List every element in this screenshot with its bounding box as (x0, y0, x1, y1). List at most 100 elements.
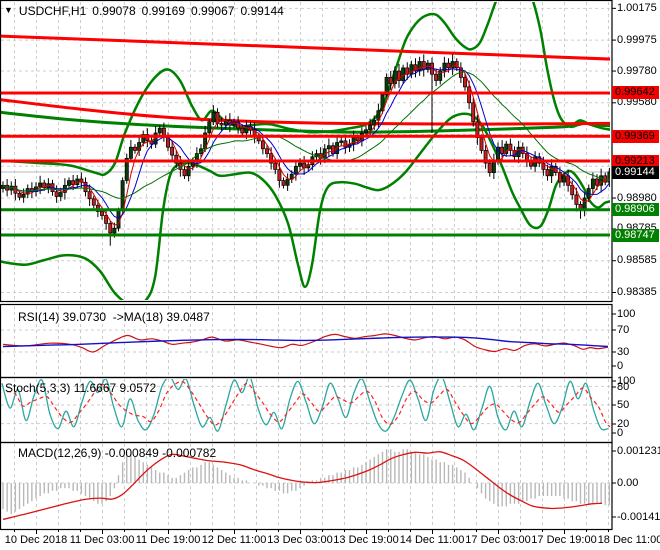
candle-bear (446, 62, 451, 69)
candle-bear (219, 123, 224, 126)
time-axis-label: 12 Dec 11:00 (201, 534, 267, 546)
candle-bear (434, 73, 439, 81)
candle-bear (170, 146, 175, 156)
time-axis-label: 18 Dec 11:00 (597, 534, 660, 546)
candle-bear (487, 162, 492, 173)
candle-bear (277, 169, 282, 181)
candle-bear (108, 223, 113, 234)
chart-marker-icon: ▼ (4, 5, 13, 15)
candle-bear (100, 211, 104, 216)
candle-bull (562, 175, 566, 183)
candle-bull (58, 192, 63, 197)
candle-bull (409, 64, 414, 75)
ohlc-low: 0.99067 (191, 4, 235, 18)
price-axis-label: 1.00175 (617, 2, 657, 14)
macd-signal-line (2, 451, 603, 521)
symbol-timeframe: USDCHF,H1 (18, 4, 87, 18)
candle-bear (17, 192, 22, 198)
rsi-axis-label: 70 (617, 323, 630, 336)
trading-chart-window: ▼ USDCHF,H1 0.99078 0.99169 0.99067 0.99… (0, 0, 660, 550)
price-level-badge: 0.98906 (612, 203, 659, 216)
candle-bull (207, 121, 212, 134)
chart-canvas[interactable] (0, 0, 660, 550)
candle-bear (182, 169, 187, 177)
candle-bear (595, 178, 599, 186)
chart-title: ▼ USDCHF,H1 0.99078 0.99169 0.99067 0.99… (4, 4, 284, 18)
macd-axis-label: 0.00 (617, 476, 639, 489)
candle-bull (116, 210, 121, 229)
candle-bear (133, 146, 137, 151)
candle-bull (285, 178, 290, 186)
rsi-axis-label: 30 (617, 345, 630, 358)
candle-bear (331, 145, 335, 154)
candle-bull (128, 146, 133, 159)
price-level-badge: 0.98747 (612, 229, 659, 242)
candle-bull (372, 119, 377, 126)
candle-bull (339, 140, 344, 143)
candle-bull (326, 145, 331, 150)
ohlc-close: 0.99144 (240, 4, 284, 18)
stoch-axis-label: 80 (617, 380, 630, 393)
price-axis-label: 0.99975 (617, 34, 657, 46)
price-axis-label: 0.98585 (617, 254, 657, 266)
candle-bear (91, 198, 96, 206)
rsi-label: RSI(14) 39.0730 ->MA(18) 39.0487 (18, 310, 210, 324)
candle-bear (71, 180, 76, 185)
candle-bear (421, 61, 426, 70)
upper-trendline (1, 34, 610, 61)
candle-bear (265, 148, 269, 154)
time-axis-label: 17 Dec 03:00 (465, 534, 531, 546)
candle-bear (574, 194, 579, 205)
candle-bull (364, 129, 368, 134)
macd-axis-label: -0.001412 (617, 510, 660, 523)
candle-bull (368, 124, 373, 131)
price-level-badge: 0.99642 (612, 86, 659, 99)
candle-bear (463, 77, 467, 88)
candle-bear (355, 137, 360, 142)
candle-bear (500, 146, 505, 154)
ohlc-open: 0.99078 (92, 4, 136, 18)
time-axis-label: 14 Dec 11:00 (399, 534, 465, 546)
candle-bear (240, 127, 245, 134)
candle-bear (479, 137, 484, 151)
candle-bull (298, 162, 302, 167)
time-axis-label: 17 Dec 19:00 (531, 534, 597, 546)
candle-bear (87, 191, 92, 200)
candle-bull (590, 178, 595, 189)
time-axis-label: 10 Dec 2018 (4, 534, 68, 546)
candle-bull (38, 182, 43, 188)
price-level-badge: 0.99144 (612, 166, 659, 179)
candle-bull (21, 193, 26, 198)
candle-bear (260, 140, 265, 150)
candle-bear (471, 102, 476, 123)
price-level-badge: 0.99369 (612, 130, 659, 143)
candle-bull (607, 171, 610, 183)
time-axis-label: 11 Dec 03:00 (69, 534, 135, 546)
macd-axis-label: 0.001231 (617, 444, 660, 457)
ohlc-high: 0.99169 (141, 4, 186, 18)
candle-bear (281, 180, 286, 186)
stoch-axis-label: 0 (617, 426, 624, 439)
price-axis-label: 0.98385 (617, 286, 657, 298)
time-axis-label: 13 Dec 19:00 (333, 534, 399, 546)
macd-label: MACD(12,26,9) -0.000849 -0.000782 (18, 446, 217, 460)
candle-bear (388, 77, 393, 85)
candle-bear (545, 169, 550, 177)
candle-bear (54, 191, 59, 197)
stoch-axis-label: 50 (617, 398, 630, 411)
candle-bull (112, 227, 117, 234)
candle-bull (157, 127, 162, 134)
rsi-line (2, 333, 609, 353)
rsi-axis-label: 0 (617, 359, 624, 372)
candle-bear (467, 86, 472, 104)
candle-bull (67, 180, 71, 186)
candle-bull (401, 67, 406, 81)
price-axis-label: 0.99780 (617, 65, 657, 77)
panel-layer-0 (1, 2, 610, 300)
rsi-axis-label: 100 (617, 307, 636, 320)
time-axis-label: 11 Dec 19:00 (135, 534, 201, 546)
candle-bull (211, 111, 216, 123)
time-axis-label: 13 Dec 03:00 (267, 534, 333, 546)
stoch-label: Stoch(5,3,3) 11.6667 9.0572 (5, 381, 157, 395)
candle-bear (273, 162, 278, 170)
